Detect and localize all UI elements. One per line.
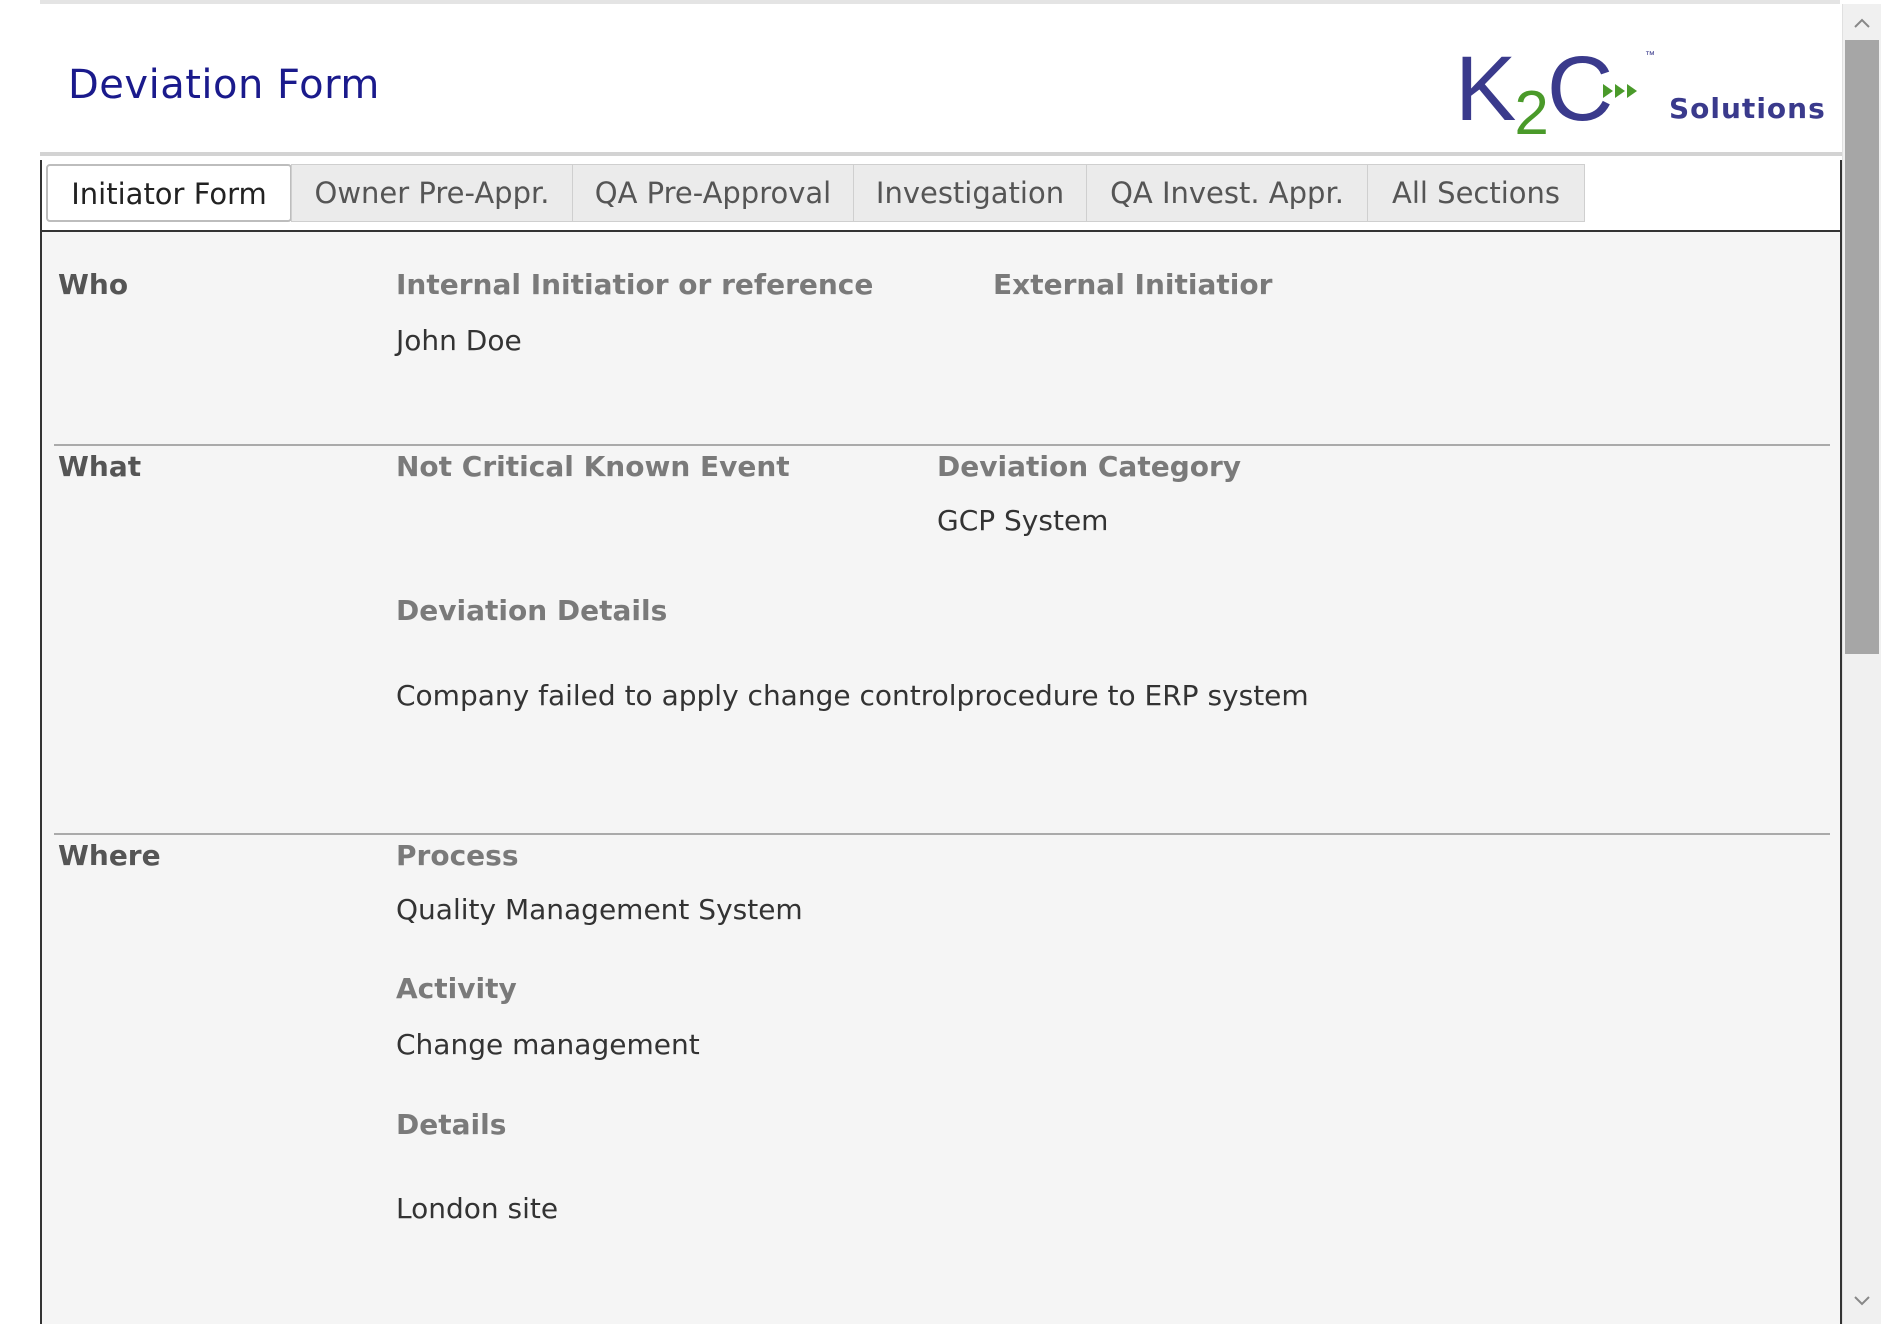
logo-trademark: ™ <box>1645 50 1655 61</box>
logo-solutions-text: Solutions <box>1669 92 1826 125</box>
section-divider <box>54 833 1830 835</box>
internal-initiator-label: Internal Initiatior or reference <box>396 268 874 301</box>
deviation-category-value: GCP System <box>937 504 1109 537</box>
deviation-category-label: Deviation Category <box>937 450 1242 483</box>
tab-qa-invest-approval[interactable]: QA Invest. Appr. <box>1086 164 1368 222</box>
activity-value: Change management <box>396 1028 700 1061</box>
external-initiator-label: External Initiatior <box>993 268 1273 301</box>
section-label-what: What <box>58 450 142 483</box>
triple-arrow-icon <box>1603 84 1637 98</box>
internal-initiator-value: John Doe <box>396 324 522 357</box>
section-label-where: Where <box>58 839 161 872</box>
deviation-form-page: Deviation Form K2C ™ Solutions Initiator… <box>0 0 1881 1324</box>
form-header: Deviation Form K2C ™ Solutions <box>40 4 1842 156</box>
tab-qa-pre-approval[interactable]: QA Pre-Approval <box>572 164 854 222</box>
deviation-details-value: Company failed to apply change controlpr… <box>396 679 1309 712</box>
chevron-down-icon[interactable] <box>1843 1284 1881 1318</box>
chevron-up-icon[interactable] <box>1843 6 1881 40</box>
logo-mark-k: K <box>1455 38 1516 140</box>
vertical-scrollbar[interactable] <box>1842 4 1881 1324</box>
logo-mark: K2C <box>1455 43 1613 159</box>
section-divider <box>54 444 1830 446</box>
not-critical-known-event-label: Not Critical Known Event <box>396 450 790 483</box>
where-details-label: Details <box>396 1108 507 1141</box>
logo-mark-2: 2 <box>1514 79 1549 148</box>
tab-all-sections[interactable]: All Sections <box>1367 164 1585 222</box>
tab-investigation[interactable]: Investigation <box>853 164 1087 222</box>
activity-label: Activity <box>396 972 517 1005</box>
form-content: Initiator Form Owner Pre-Appr. QA Pre-Ap… <box>40 160 1842 1324</box>
process-label: Process <box>396 839 519 872</box>
tab-initiator-form[interactable]: Initiator Form <box>46 164 292 222</box>
section-label-who: Who <box>58 268 129 301</box>
k2c-solutions-logo: K2C ™ Solutions <box>1455 43 1825 148</box>
process-value: Quality Management System <box>396 893 803 926</box>
tab-owner-pre-approval[interactable]: Owner Pre-Appr. <box>291 164 573 222</box>
page-title: Deviation Form <box>68 62 380 108</box>
deviation-details-label: Deviation Details <box>396 594 668 627</box>
scrollbar-thumb[interactable] <box>1845 40 1879 654</box>
where-details-value: London site <box>396 1192 559 1225</box>
tab-bar: Initiator Form Owner Pre-Appr. QA Pre-Ap… <box>42 160 1840 232</box>
